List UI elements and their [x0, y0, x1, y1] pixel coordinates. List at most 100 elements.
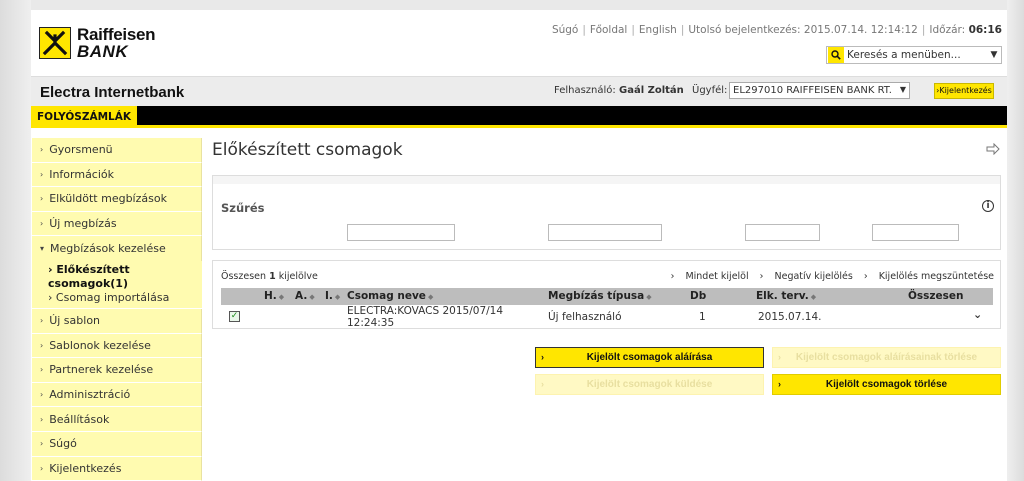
filter-input-2[interactable]	[548, 224, 662, 241]
sidebar-item-kijelentkezes[interactable]: › Kijelentkezés	[32, 456, 202, 481]
top-links: Súgó | Főoldal | English | Utolsó bejelentkezé…	[551, 24, 1002, 36]
client-label: Ügyfél:	[692, 85, 728, 96]
arrow-right-icon: ›	[40, 439, 44, 449]
user-name: Gaál Zoltán	[618, 85, 684, 96]
selection-count: Összesen 1 kijelölve	[221, 271, 318, 282]
sidebar-item-megbizasok-kezelese[interactable]: ▾ Megbízások kezelése	[32, 236, 202, 261]
arrow-right-icon: ›	[40, 390, 44, 400]
sidebar-item-uj-megbizas[interactable]: › Új megbízás	[32, 211, 202, 237]
sidebar-item-label: Gyorsmenü	[49, 143, 113, 157]
app-title: Electra Internetbank	[40, 84, 185, 101]
sign-selected-button[interactable]: › Kijelölt csomagok aláírása	[535, 347, 764, 368]
user-label: Felhasználó:	[554, 85, 616, 96]
sidebar-item-gyorsmenu[interactable]: › Gyorsmenü	[32, 138, 202, 163]
sidebar-item-elkuldott[interactable]: › Elküldött megbízások	[32, 187, 202, 212]
arrow-right-icon: ›	[40, 340, 44, 350]
search-icon	[828, 47, 844, 63]
delete-label: Kijelölt csomagok törlése	[825, 379, 948, 390]
sidebar-item-label: Adminisztráció	[49, 388, 131, 402]
arrow-right-icon: ›	[40, 463, 44, 473]
sidebar-item-beallitasok[interactable]: › Beállítások	[32, 407, 202, 432]
last-login-label: Utolsó bejelentkezés:	[688, 24, 801, 36]
sidebar-item-adminisztracio[interactable]: › Adminisztráció	[32, 382, 202, 408]
count-prefix: Összesen	[221, 271, 267, 282]
send-selected-button[interactable]: › Kijelölt csomagok küldése	[535, 374, 764, 395]
selection-actions: › Mindet kijelöl › Negatív kijelölés › K…	[663, 271, 994, 282]
timer-label: Időzár:	[929, 24, 966, 36]
logout-button[interactable]: ›Kijelentkezés	[934, 83, 994, 99]
language-link[interactable]: English	[639, 24, 677, 36]
delete-signatures-button[interactable]: › Kijelölt csomagok aláírásainak törlése	[772, 347, 1001, 368]
sidebar-item-partnerek[interactable]: › Partnerek kezelése	[32, 358, 202, 383]
sidebar-item-sugo[interactable]: › Súgó	[32, 431, 202, 457]
brand-line1: Raiffeisen	[77, 25, 156, 44]
table-row[interactable]: ✓ ELECTRA:KOVACS 2015/07/14 12:24:35 Új f…	[221, 305, 993, 329]
row-type: Új felhasználó	[548, 311, 622, 323]
home-link[interactable]: Főoldal	[590, 24, 627, 36]
sort-icon: ◆	[427, 293, 434, 301]
col-db-label: Db	[690, 290, 707, 302]
sidebar-submenu: › Előkészített csomagok(1) › Csomag impo…	[32, 260, 202, 309]
col-h-label: H.	[264, 290, 277, 302]
sign-label: Kijelölt csomagok aláírása	[586, 352, 713, 363]
send-label: Kijelölt csomagok küldése	[586, 379, 713, 390]
sidebar-item-label: Információk	[49, 167, 115, 181]
clear-selection-link[interactable]: › Kijelölés megszüntetése	[864, 271, 994, 282]
sidebar-item-uj-sablon[interactable]: › Új sablon	[32, 308, 202, 334]
sidebar: › Gyorsmenü › Információk › Elküldött megbí…	[32, 138, 202, 481]
col-date-label: Elk. terv.	[756, 290, 809, 302]
client-select[interactable]: EL297010 RAIFFEISEN BANK RT. ▼	[729, 82, 910, 99]
page-title: Előkészített csomagok	[212, 140, 403, 160]
select-all-link[interactable]: › Mindet kijelöl	[671, 271, 749, 282]
sidebar-item-label: Új sablon	[49, 314, 101, 328]
col-megbizas-tipusa[interactable]: Megbízás típusa ◆	[548, 290, 652, 302]
package-name-line2: 12:24:35	[347, 317, 395, 329]
filter-panel: Szűrés i	[212, 175, 1001, 250]
help-link[interactable]: Súgó	[552, 24, 578, 36]
arrow-right-icon: ›	[778, 379, 781, 389]
sidebar-item-label: Elküldött megbízások	[49, 192, 167, 206]
col-h[interactable]: H. ◆	[264, 290, 284, 302]
sidebar-item-sablonok[interactable]: › Sablonok kezelése	[32, 333, 202, 359]
row-checkbox[interactable]: ✓	[229, 311, 240, 322]
client-value: EL297010 RAIFFEISEN BANK RT.	[733, 85, 892, 96]
right-gutter	[1007, 0, 1024, 481]
count-value: 1	[269, 271, 276, 282]
session-timer: 06:16	[968, 24, 1002, 36]
sidebar-item-label: Új megbízás	[49, 217, 117, 231]
filter-input-1[interactable]	[347, 224, 455, 241]
col-elk-terv[interactable]: Elk. terv. ◆	[756, 290, 816, 302]
invert-selection-link[interactable]: › Negatív kijelölés	[760, 271, 853, 282]
delete-signatures-label: Kijelölt csomagok aláírásainak törlése	[795, 352, 978, 363]
select-all-label: Mindet kijelöl	[685, 271, 749, 282]
user-info: Felhasználó: Gaál Zoltán	[554, 85, 684, 96]
arrow-right-icon: ›	[40, 219, 44, 229]
brand-name: Raiffeisen BANK	[77, 25, 156, 60]
delete-selected-button[interactable]: › Kijelölt csomagok törlése	[772, 374, 1001, 395]
bank-logo[interactable]: Raiffeisen BANK	[39, 25, 156, 60]
row-expand-chevron-icon[interactable]: ⌄	[973, 308, 982, 321]
col-db[interactable]: Db	[690, 290, 706, 302]
export-icon[interactable]	[986, 142, 1000, 158]
col-a[interactable]: A. ◆	[295, 290, 315, 302]
chevron-down-icon: ▼	[899, 85, 906, 94]
sidebar-subitem-elokeszitett[interactable]: › Előkészített csomagok(1)	[48, 263, 202, 291]
col-i[interactable]: I. ◆	[325, 290, 340, 302]
sidebar-subitem-import[interactable]: › Csomag importálása	[48, 291, 202, 305]
col-csomag-neve[interactable]: Csomag neve ◆	[347, 290, 433, 302]
raiffeisen-gable-icon	[39, 27, 71, 59]
col-a-label: A.	[295, 290, 308, 302]
tab-folyoszamlak[interactable]: FOLYÓSZÁMLÁK	[31, 106, 138, 128]
left-gutter	[0, 0, 31, 481]
filter-header-strip	[213, 176, 1000, 184]
filter-input-4[interactable]	[872, 224, 959, 241]
col-i-label: I.	[325, 290, 333, 302]
filter-input-3[interactable]	[745, 224, 820, 241]
info-icon[interactable]: i	[982, 200, 994, 212]
sidebar-item-informaciok[interactable]: › Információk	[32, 162, 202, 188]
row-planned-date: 2015.07.14.	[758, 311, 822, 323]
menu-search-select[interactable]: Keresés a menüben... ▼	[826, 46, 1002, 64]
sidebar-item-label: Sablonok kezelése	[49, 338, 151, 352]
col-osszesen[interactable]: Összesen	[908, 290, 964, 302]
page: Raiffeisen BANK Súgó | Főoldal | English | Uto…	[31, 10, 1007, 481]
